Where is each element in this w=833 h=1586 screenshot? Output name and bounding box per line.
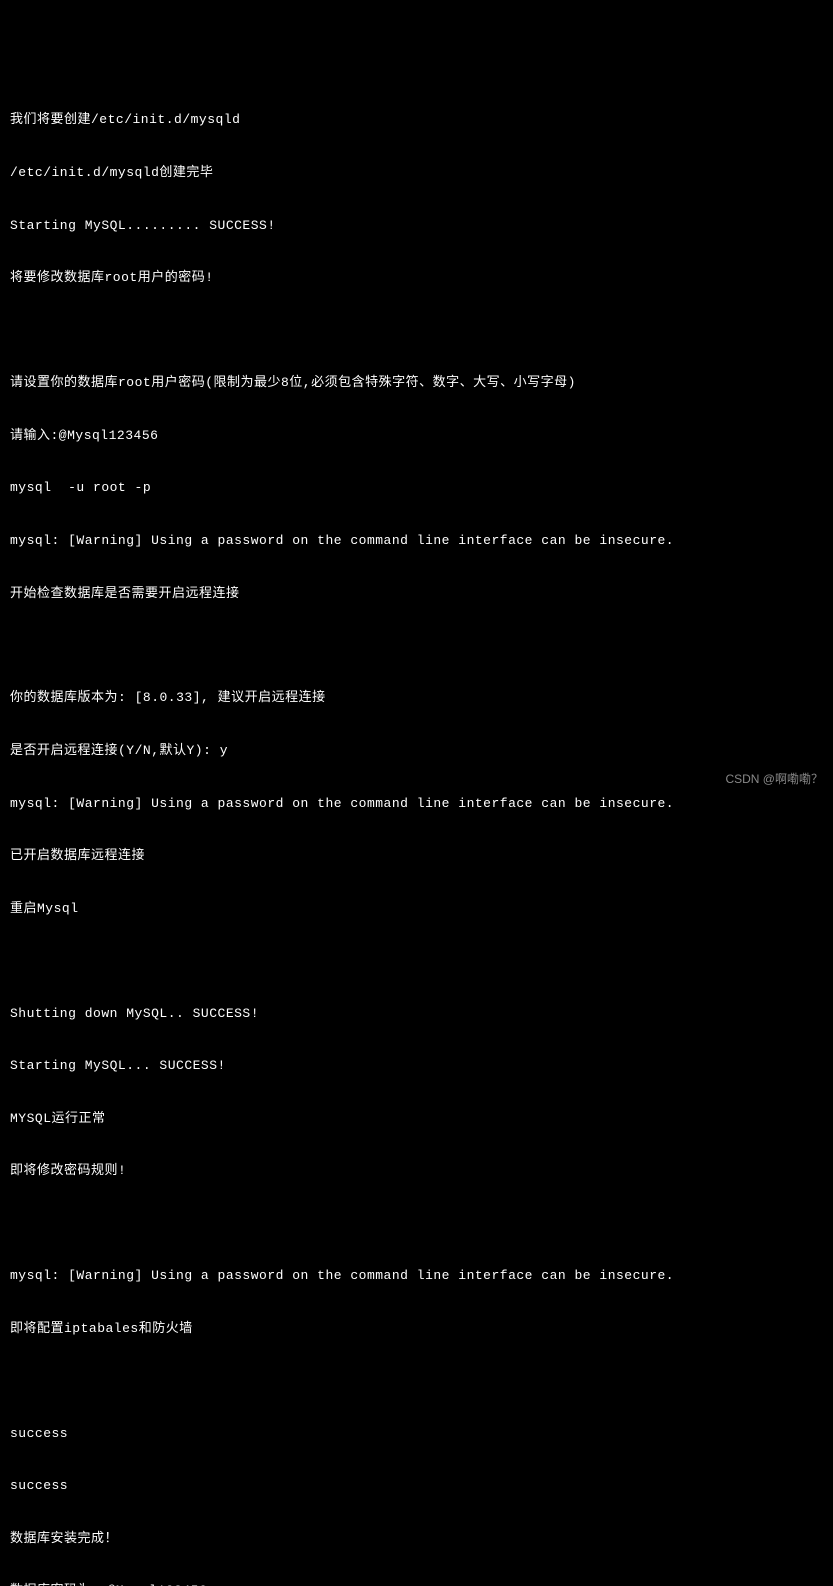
terminal-line: MYSQL运行正常: [10, 1110, 823, 1128]
terminal-line: 将要修改数据库root用户的密码!: [10, 269, 823, 287]
terminal-line: mysql: [Warning] Using a password on the…: [10, 1267, 823, 1285]
blank-line: [10, 952, 823, 969]
watermark: CSDN @啊嘞嘞？: [725, 771, 823, 787]
terminal-line: 请设置你的数据库root用户密码(限制为最少8位,必须包含特殊字符、数字、大写、…: [10, 374, 823, 392]
terminal-line: Starting MySQL... SUCCESS!: [10, 1057, 823, 1075]
terminal-line: Shutting down MySQL.. SUCCESS!: [10, 1005, 823, 1023]
terminal-line: 开始检查数据库是否需要开启远程连接: [10, 585, 823, 603]
terminal-line: Starting MySQL......... SUCCESS!: [10, 217, 823, 235]
blank-line: [10, 322, 823, 339]
terminal-line: 已开启数据库远程连接: [10, 847, 823, 865]
blank-line: [10, 1215, 823, 1232]
terminal-output: 我们将要创建/etc/init.d/mysqld /etc/init.d/mys…: [10, 76, 823, 1586]
terminal-line: success: [10, 1425, 823, 1443]
terminal-line: 你的数据库版本为: [8.0.33], 建议开启远程连接: [10, 689, 823, 707]
terminal-line: /etc/init.d/mysqld创建完毕: [10, 164, 823, 182]
terminal-line: 数据库密码为: @Mysql123456: [10, 1582, 823, 1586]
blank-line: [10, 1372, 823, 1389]
terminal-line: 是否开启远程连接(Y/N,默认Y): y: [10, 742, 823, 760]
blank-line: [10, 637, 823, 654]
terminal-line: 重启Mysql: [10, 900, 823, 918]
terminal-line: 即将修改密码规则!: [10, 1162, 823, 1180]
terminal-line: 数据库安装完成！: [10, 1530, 823, 1548]
terminal-line: success: [10, 1477, 823, 1495]
terminal-line: 即将配置iptabales和防火墙: [10, 1320, 823, 1338]
terminal-line: mysql: [Warning] Using a password on the…: [10, 795, 823, 813]
terminal-line: mysql: [Warning] Using a password on the…: [10, 532, 823, 550]
terminal-line: 我们将要创建/etc/init.d/mysqld: [10, 111, 823, 129]
terminal-line: 请输入:@Mysql123456: [10, 427, 823, 445]
terminal-line: mysql -u root -p: [10, 479, 823, 497]
